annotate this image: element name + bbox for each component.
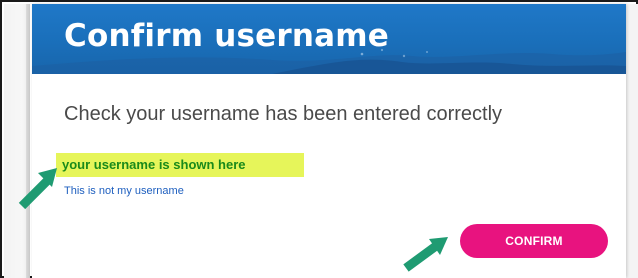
screenshot-frame: Confirm username Check your username has… xyxy=(0,0,638,278)
instruction-text: Check your username has been entered cor… xyxy=(64,103,503,125)
header-banner: Confirm username xyxy=(32,4,626,74)
confirm-username-card: Confirm username Check your username has… xyxy=(32,4,626,278)
right-gutter xyxy=(626,4,638,278)
confirm-button[interactable]: CONFIRM xyxy=(460,224,608,258)
arrow-pointer-icon xyxy=(18,168,57,210)
page-title: Confirm username xyxy=(64,18,389,54)
arrow-pointer-icon xyxy=(403,237,448,272)
username-display: your username is shown here xyxy=(62,157,246,172)
not-my-username-link[interactable]: This is not my username xyxy=(64,185,184,197)
side-panel-edge xyxy=(4,4,30,278)
